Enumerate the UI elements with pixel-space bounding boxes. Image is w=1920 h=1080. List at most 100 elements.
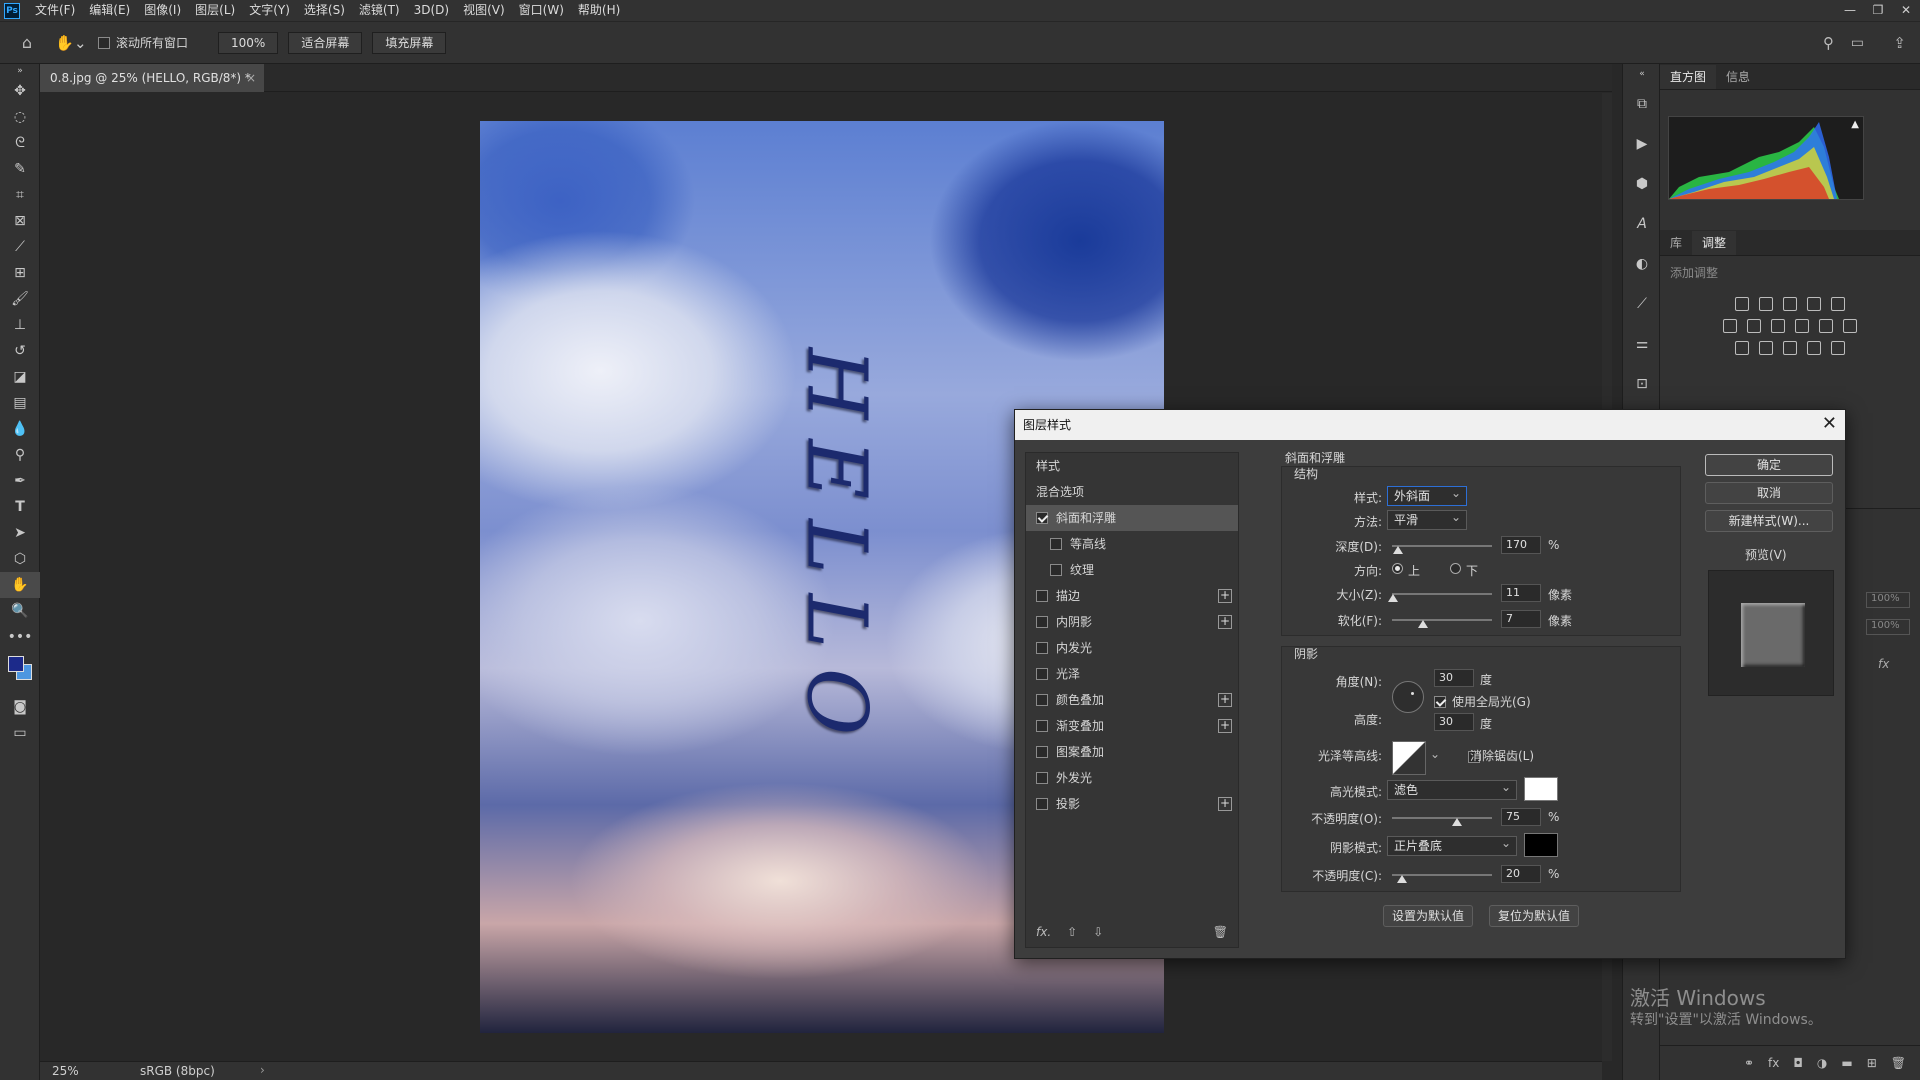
path-select-icon[interactable]: ➤	[0, 520, 40, 546]
dialog-close-icon[interactable]: ✕	[1822, 410, 1837, 438]
style-item-checkbox[interactable]	[1036, 694, 1048, 706]
move-down-icon[interactable]: ⇩	[1093, 925, 1103, 939]
style-item-checkbox[interactable]	[1036, 668, 1048, 680]
style-item[interactable]: 纹理	[1026, 557, 1238, 583]
selective-color-icon[interactable]	[1807, 341, 1821, 355]
layer-fx-icon[interactable]: fx	[1878, 657, 1889, 671]
new-style-button[interactable]: 新建样式(W)...	[1705, 510, 1833, 532]
adjustment-layer-icon[interactable]: ◑	[1817, 1056, 1827, 1070]
style-item-checkbox[interactable]	[1036, 512, 1048, 524]
style-item[interactable]: 光泽	[1026, 661, 1238, 687]
add-effect-icon[interactable]: +	[1218, 615, 1232, 629]
direction-down-radio[interactable]	[1450, 563, 1461, 574]
share-icon[interactable]: ⇪	[1893, 34, 1906, 52]
menu-filter[interactable]: 滤镜(T)	[352, 0, 407, 21]
lasso-tool-icon[interactable]: ᘓ	[0, 130, 40, 156]
soften-slider-track[interactable]	[1392, 619, 1492, 621]
fit-screen-button[interactable]: 适合屏幕	[288, 31, 363, 54]
color-lookup-icon[interactable]	[1843, 319, 1857, 333]
history-panel-icon[interactable]: ⧉	[1623, 84, 1661, 124]
altitude-input[interactable]: 30	[1434, 713, 1474, 731]
stamp-tool-icon[interactable]: ⊥	[0, 312, 40, 338]
soften-input[interactable]: 7	[1501, 610, 1541, 628]
style-item-checkbox[interactable]	[1036, 590, 1048, 602]
style-item-checkbox[interactable]	[1036, 720, 1048, 732]
character-panel-icon[interactable]: A	[1623, 204, 1661, 244]
ok-button[interactable]: 确定	[1705, 454, 1833, 476]
style-item[interactable]: 内发光	[1026, 635, 1238, 661]
exposure-icon[interactable]	[1807, 297, 1821, 311]
style-item[interactable]: 外发光	[1026, 765, 1238, 791]
color-balance-icon[interactable]	[1747, 319, 1761, 333]
tab-library[interactable]: 库	[1660, 231, 1692, 255]
crop-tool-icon[interactable]: ⌗	[0, 182, 40, 208]
quick-mask-icon[interactable]: ◙	[0, 694, 40, 720]
vibrance-icon[interactable]	[1831, 297, 1845, 311]
paths-panel-icon[interactable]: ◐	[1623, 244, 1661, 284]
fill-field[interactable]: 100%	[1866, 619, 1910, 635]
levels-icon[interactable]	[1759, 297, 1773, 311]
style-item-checkbox[interactable]	[1036, 616, 1048, 628]
marquee-tool-icon[interactable]: ◌	[0, 104, 40, 130]
style-item[interactable]: 渐变叠加 +	[1026, 713, 1238, 739]
tab-histogram[interactable]: 直方图	[1660, 65, 1717, 89]
shape-tool-icon[interactable]: ⬡	[0, 546, 40, 572]
foreground-color-swatch[interactable]	[8, 656, 24, 672]
hand-tool-icon[interactable]: ✋	[0, 572, 40, 598]
style-item[interactable]: 颜色叠加 +	[1026, 687, 1238, 713]
restore-icon[interactable]: ❐	[1864, 0, 1892, 21]
more-tools-icon[interactable]: •••	[0, 624, 40, 650]
shadow-color-swatch[interactable]	[1524, 833, 1558, 857]
tab-info[interactable]: 信息	[1716, 65, 1760, 89]
shadow-opacity-thumb[interactable]	[1397, 875, 1407, 883]
gradient-map-icon[interactable]	[1831, 341, 1845, 355]
zoom-level[interactable]: 25%	[52, 1064, 79, 1078]
add-effect-icon[interactable]: +	[1218, 719, 1232, 733]
brush-panel-icon[interactable]: ⟋	[1623, 284, 1661, 324]
photo-filter-icon[interactable]	[1795, 319, 1809, 333]
3d-panel-icon[interactable]: ⬢	[1623, 164, 1661, 204]
highlight-opacity-thumb[interactable]	[1452, 818, 1462, 826]
gradient-tool-icon[interactable]: ▤	[0, 390, 40, 416]
link-icon[interactable]: ⚭	[1744, 1056, 1754, 1070]
color-swatches[interactable]	[0, 650, 39, 694]
menu-select[interactable]: 选择(S)	[297, 0, 352, 21]
quick-select-icon[interactable]: ✎	[0, 156, 40, 182]
reset-default-button[interactable]: 复位为默认值	[1489, 905, 1579, 927]
workspace-icon[interactable]: ▭	[1851, 35, 1864, 51]
highlight-opacity-track[interactable]	[1392, 817, 1492, 819]
expand-icon[interactable]: »	[0, 64, 40, 78]
scroll-all-checkbox[interactable]	[98, 36, 110, 49]
tab-adjustments[interactable]: 调整	[1692, 231, 1737, 255]
zoom-tool-icon[interactable]: 🔍	[0, 598, 40, 624]
gloss-contour-dropdown-icon[interactable]: ⌄	[1430, 747, 1440, 761]
trash-icon[interactable]: 🗑	[1891, 1056, 1906, 1070]
style-item-checkbox[interactable]	[1036, 746, 1048, 758]
folder-icon[interactable]: ▬	[1841, 1056, 1852, 1070]
menu-type[interactable]: 文字(Y)	[242, 0, 297, 21]
close-tab-icon[interactable]: ×	[246, 64, 256, 92]
angle-dial[interactable]	[1392, 681, 1424, 713]
eyedropper-icon[interactable]: ⟋	[0, 234, 40, 260]
opacity-field[interactable]: 100%	[1866, 592, 1910, 608]
size-input[interactable]: 11	[1501, 584, 1541, 602]
style-item-checkbox[interactable]	[1036, 798, 1048, 810]
pen-tool-icon[interactable]: ✒	[0, 468, 40, 494]
style-item-checkbox[interactable]	[1036, 772, 1048, 784]
style-list-header[interactable]: 样式	[1026, 453, 1238, 479]
soften-slider-thumb[interactable]	[1418, 620, 1428, 628]
shadow-opacity-track[interactable]	[1392, 874, 1492, 876]
style-item-checkbox[interactable]	[1036, 642, 1048, 654]
black-white-icon[interactable]	[1771, 319, 1785, 333]
depth-slider-track[interactable]	[1392, 545, 1492, 547]
minimize-icon[interactable]: —	[1836, 0, 1864, 21]
close-icon[interactable]: ✕	[1892, 0, 1920, 21]
style-item[interactable]: 等高线	[1026, 531, 1238, 557]
eraser-tool-icon[interactable]: ◪	[0, 364, 40, 390]
style-item[interactable]: 图案叠加	[1026, 739, 1238, 765]
highlight-opacity-input[interactable]: 75	[1501, 808, 1541, 826]
move-up-icon[interactable]: ⇧	[1067, 925, 1077, 939]
search-icon[interactable]: ⚲	[1823, 34, 1834, 52]
set-default-button[interactable]: 设置为默认值	[1383, 905, 1473, 927]
menu-help[interactable]: 帮助(H)	[571, 0, 627, 21]
